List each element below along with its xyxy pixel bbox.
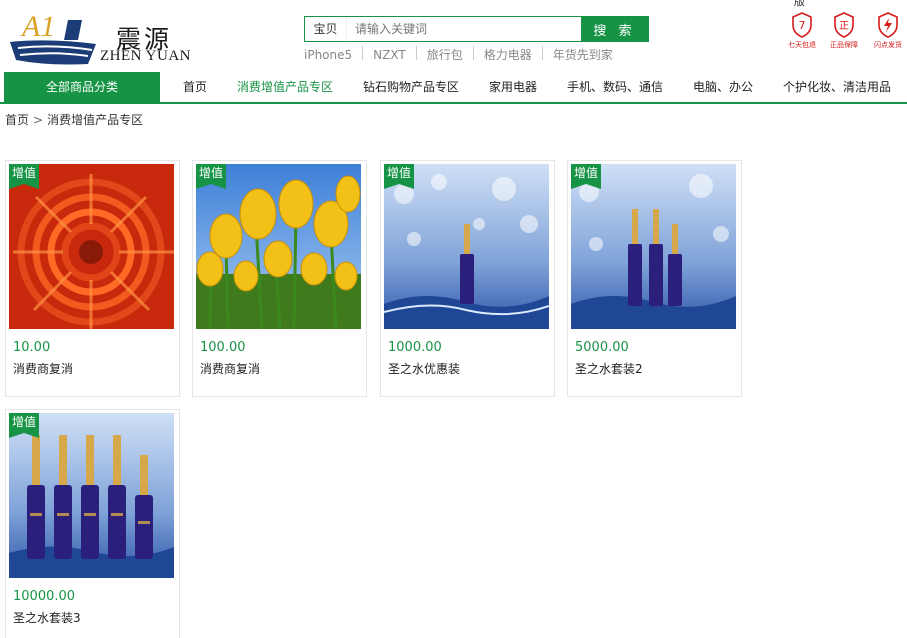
breadcrumb-current: 消费增值产品专区 [47,113,144,127]
breadcrumb-home-link[interactable]: 首页 [5,113,29,127]
search-bar: 宝贝 搜 索 [304,16,649,42]
hot-search-words: iPhone5 NZXT 旅行包 格力电器 年货先到家 [304,46,649,60]
product-image-bottle-single[interactable]: 增值 [384,164,549,329]
value-added-badge: 增值 [384,164,414,189]
product-card[interactable]: 增值 5000.00 圣之水套装2 [567,160,742,397]
product-price: 100.00 [200,340,246,355]
search-input[interactable] [347,17,581,41]
product-card[interactable]: 增值 10000.00 圣之水套装3 [5,409,180,638]
main-nav: 全部商品分类 首页 消费增值产品专区 钻石购物产品专区 家用电器 手机、数码、通… [0,72,907,104]
product-image-chrysanthemum[interactable]: 增值 [9,164,174,329]
product-name[interactable]: 圣之水套装2 [575,360,643,377]
product-price: 5000.00 [575,340,629,355]
service-seven-day-return[interactable]: 7 七天包退 [780,12,824,50]
product-name[interactable]: 消费商复消 [13,360,73,377]
header-clipped-text: 版 [794,0,805,8]
product-price: 10000.00 [13,589,76,604]
search-type-selector[interactable]: 宝贝 [305,17,347,41]
value-added-badge: 增值 [571,164,601,189]
product-name[interactable]: 消费商复消 [200,360,260,377]
nav-item-computer-office[interactable]: 电脑、办公 [693,72,753,102]
product-price: 10.00 [13,340,51,355]
nav-item-home[interactable]: 首页 [183,72,207,102]
seven-day-return-icon: 7 [792,12,812,38]
hot-word-link[interactable]: 旅行包 [415,46,473,60]
hot-word-link[interactable]: 格力电器 [472,46,542,60]
nav-item-value-added[interactable]: 消费增值产品专区 [237,72,333,102]
flash-delivery-icon [878,12,898,38]
nav-item-appliances[interactable]: 家用电器 [489,72,537,102]
service-label: 正品保障 [830,41,858,49]
product-card[interactable]: 增值 1000.00 圣之水优惠装 [380,160,555,397]
product-card[interactable]: 增值 10.00 消费商复消 [5,160,180,397]
product-price: 1000.00 [388,340,442,355]
value-added-badge: 增值 [9,164,39,189]
ship-logo-icon: A1 [10,10,96,65]
value-added-badge: 增值 [9,413,39,438]
breadcrumb: 首页 > 消费增值产品专区 [5,111,143,128]
logo-name-en: ZHEN YUAN [100,48,192,64]
hot-word-link[interactable]: iPhone5 [304,46,362,60]
service-genuine-guarantee[interactable]: 正 正品保障 [822,12,866,50]
site-logo[interactable]: A1 震源 ZHEN YUAN [8,6,192,68]
product-name[interactable]: 圣之水套装3 [13,609,81,626]
product-name[interactable]: 圣之水优惠装 [388,360,460,377]
service-flash-delivery[interactable]: 闪点发货 [866,12,907,50]
nav-item-mobile-digital[interactable]: 手机、数码、通信 [567,72,663,102]
product-image-bottle-set-three[interactable]: 增值 [571,164,736,329]
logo-mark-text: A1 [20,10,55,43]
breadcrumb-separator: > [33,113,44,127]
nav-item-diamond[interactable]: 钻石购物产品专区 [363,72,459,102]
search-button[interactable]: 搜 索 [581,17,648,41]
product-card[interactable]: 增值 100.00 消费商复消 [192,160,367,397]
svg-text:7: 7 [799,19,806,32]
product-image-bottle-set-five[interactable]: 增值 [9,413,174,578]
service-label: 七天包退 [788,41,816,49]
value-added-badge: 增值 [196,164,226,189]
service-guarantees: 7 七天包退 正 正品保障 闪点发货 [780,12,907,54]
svg-text:正: 正 [839,21,849,32]
hot-word-link[interactable]: NZXT [362,46,416,60]
genuine-guarantee-icon: 正 [834,12,854,38]
nav-item-personal-care[interactable]: 个护化妆、清洁用品 [783,72,891,102]
product-image-tulips[interactable]: 增值 [196,164,361,329]
service-label: 闪点发货 [874,41,902,49]
hot-word-link[interactable]: 年货先到家 [541,46,623,60]
all-categories-button[interactable]: 全部商品分类 [4,72,160,102]
